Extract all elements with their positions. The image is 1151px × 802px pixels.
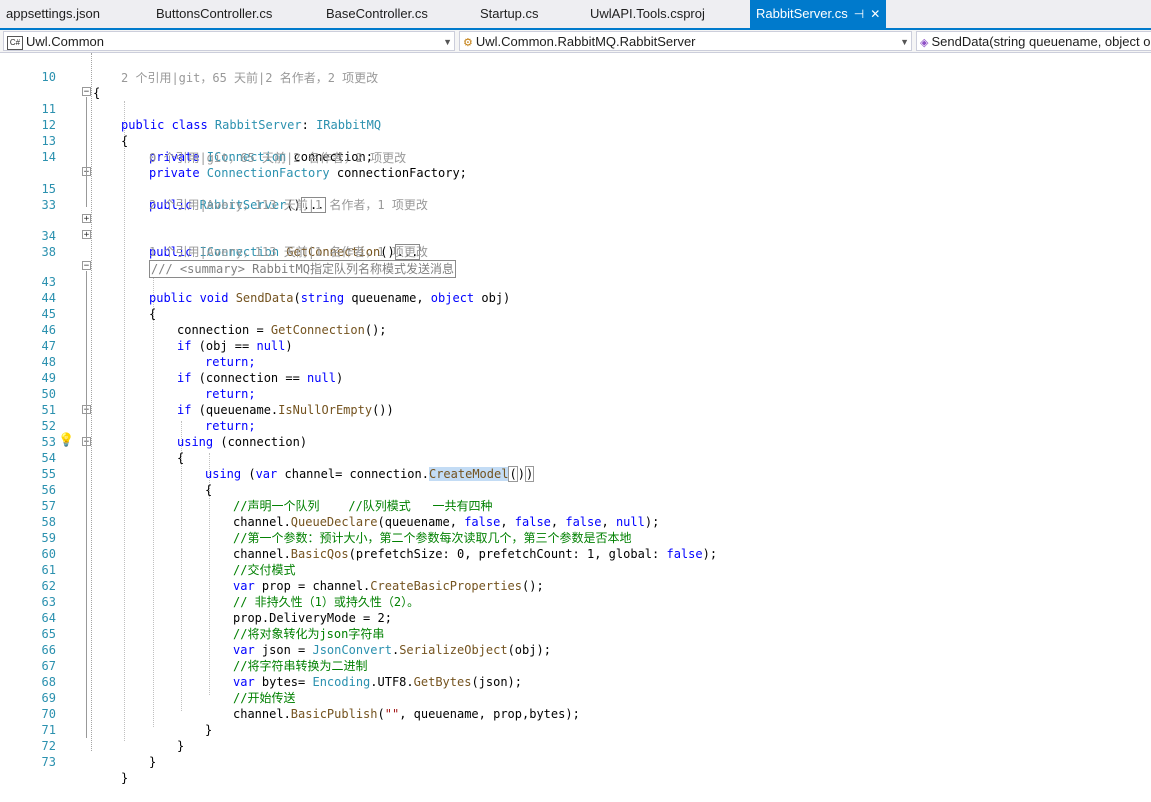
tab-label: BaseController.cs xyxy=(326,6,428,21)
code-line: 15 public RabbitServer()... xyxy=(0,165,1151,213)
code-line: 50 if (queuename.IsNullOrEmpty()) xyxy=(0,370,1151,417)
code-line: 67 var bytes= Encoding.UTF8.GetBytes(jso… xyxy=(0,642,1151,689)
codelens-getconnection[interactable]: 2 个引用|Avery，113 天前|1 名作者，1 项更改 xyxy=(149,196,428,213)
code-line: 61 var prop = channel.CreateBasicPropert… xyxy=(0,546,1151,593)
code-text: } xyxy=(121,771,129,785)
code-line: 53 { xyxy=(0,418,1151,465)
project-dropdown-value: Uwl.Common xyxy=(26,34,105,49)
code-line: 66 //将字符串转换为二进制 xyxy=(0,626,1151,673)
codelens-ctor[interactable]: 0 个引用|git，65 天前|2 名作者，2 项更改 xyxy=(149,149,406,166)
navigation-bar: C# Uwl.Common ▼ ⚙ Uwl.Common.RabbitMQ.Rabb… xyxy=(0,30,1151,53)
code-editor[interactable]: − + + + − − − 💡 10 { 2 个引用|git，65 天前|2 名… xyxy=(0,53,1151,785)
tab-buttonscontroller[interactable]: ButtonsController.cs xyxy=(150,0,272,28)
code-line: 49 return; xyxy=(0,354,1151,401)
method-icon: ◈ xyxy=(920,37,929,49)
codelens-class[interactable]: 2 个引用|git，65 天前|2 名作者，2 项更改 xyxy=(121,69,378,86)
line-number: 73 xyxy=(41,755,56,769)
tab-label: Startup.cs xyxy=(480,6,539,21)
code-line: 65 var json = JsonConvert.SerializeObjec… xyxy=(0,610,1151,657)
project-dropdown[interactable]: C# Uwl.Common ▼ xyxy=(3,31,455,51)
tab-rabbitserver[interactable]: RabbitServer.cs ⊣ ✕ xyxy=(750,0,887,28)
code-line: 14 private ConnectionFactory connectionF… xyxy=(0,133,1151,180)
code-line: 59 channel.BasicQos(prefetchSize: 0, pre… xyxy=(0,514,1151,561)
tab-label: appsettings.json xyxy=(6,6,100,21)
class-icon: ⚙ xyxy=(463,37,473,49)
tab-label: RabbitServer.cs xyxy=(756,6,848,21)
code-line: 64 //将对象转化为json字符串 xyxy=(0,594,1151,641)
class-dropdown-value: Uwl.Common.RabbitMQ.RabbitServer xyxy=(475,34,696,49)
pin-icon[interactable]: ⊣ xyxy=(854,0,864,28)
code-line: 68 //开始传送 xyxy=(0,658,1151,705)
code-line: 44 { xyxy=(0,274,1151,321)
tab-appsettings[interactable]: appsettings.json xyxy=(0,0,100,28)
code-line: 13 private IConnection connection; xyxy=(0,117,1151,164)
chevron-down-icon: ▼ xyxy=(900,37,909,47)
document-tab-bar: appsettings.json ButtonsController.cs Ba… xyxy=(0,0,1151,30)
line-number: 14 xyxy=(41,150,56,164)
code-text: } xyxy=(149,755,157,769)
code-line: 58 //第一个参数：预计大小，第二个参数每次读取几个，第三个参数是否本地 xyxy=(0,498,1151,545)
code-line: 47 return; xyxy=(0,322,1151,369)
class-dropdown[interactable]: ⚙ Uwl.Common.RabbitMQ.RabbitServer ▼ xyxy=(459,31,912,51)
code-line: 62 // 非持久性（1）或持久性（2）。 xyxy=(0,562,1151,609)
tab-startup[interactable]: Startup.cs xyxy=(474,0,539,28)
code-line: 34 public IConnection GetConnection()... xyxy=(0,212,1151,260)
code-line: 73 } xyxy=(0,738,1151,785)
close-icon[interactable]: ✕ xyxy=(870,0,880,28)
code-line: 12 { xyxy=(0,101,1151,148)
tab-basecontroller[interactable]: BaseController.cs xyxy=(320,0,428,28)
code-line: 52 using (connection) xyxy=(0,402,1151,449)
code-line: 10 { xyxy=(0,53,1151,100)
code-line: 55 { xyxy=(0,450,1151,497)
code-line: 33 xyxy=(0,181,1151,212)
chevron-down-icon: ▼ xyxy=(443,37,452,47)
code-line: 70 } xyxy=(0,690,1151,737)
code-line: 69 channel.BasicPublish("", queuename, p… xyxy=(0,674,1151,721)
code-line: 43 public void SendData(string queuename… xyxy=(0,258,1151,305)
member-dropdown-value: SendData(string queuename, object o xyxy=(931,34,1151,49)
code-line: 72 } xyxy=(0,722,1151,769)
csharp-file-icon: C# xyxy=(7,35,23,50)
code-line: 11 public class RabbitServer: IRabbitMQ xyxy=(0,85,1151,132)
tab-label: ButtonsController.cs xyxy=(156,6,273,21)
code-line: 54 using (var channel= connection.Create… xyxy=(0,434,1151,482)
code-line: 71 } xyxy=(0,706,1151,753)
line-number: 10 xyxy=(41,70,56,84)
code-line: 38 /// <summary> RabbitMQ指定队列名称模式发送消息 xyxy=(0,228,1151,278)
code-line: 45 connection = GetConnection(); xyxy=(0,290,1151,337)
code-line: 51 return; xyxy=(0,386,1151,433)
member-dropdown[interactable]: ◈ SendData(string queuename, object o xyxy=(916,31,1151,51)
code-line: 46 if (obj == null) xyxy=(0,306,1151,353)
code-line: 60 //交付模式 xyxy=(0,530,1151,577)
code-line: 56 //声明一个队列 //队列模式 一共有四种 xyxy=(0,466,1151,513)
tab-label: UwlAPI.Tools.csproj xyxy=(590,6,705,21)
code-line: 63 prop.DeliveryMode = 2; xyxy=(0,578,1151,625)
code-line: 57 channel.QueueDeclare(queuename, false… xyxy=(0,482,1151,529)
line-number: 33 xyxy=(41,198,56,212)
tab-tools-csproj[interactable]: UwlAPI.Tools.csproj xyxy=(584,0,705,28)
code-line: 48 if (connection == null) xyxy=(0,338,1151,385)
